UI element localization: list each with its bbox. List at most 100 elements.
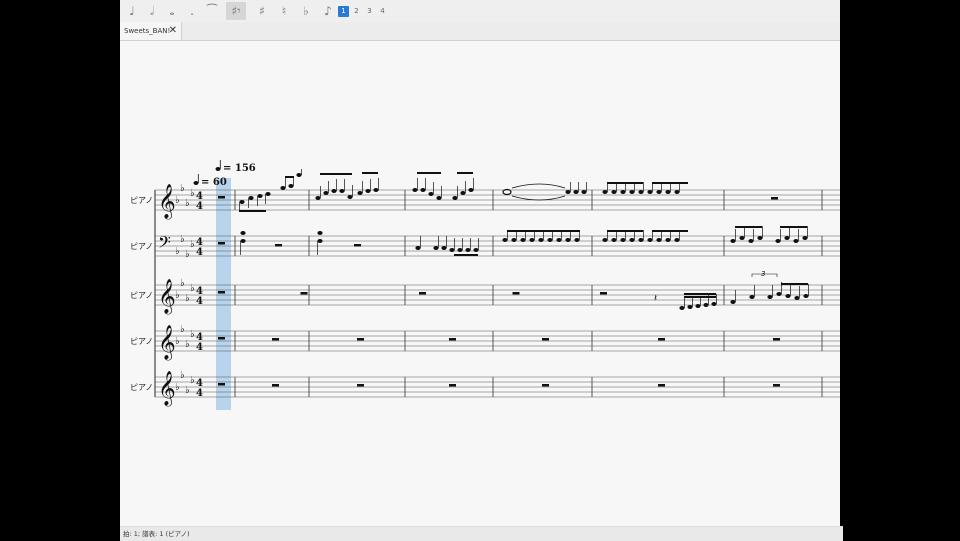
rest [357,384,364,387]
score-tab[interactable]: Sweets_BAN! ✕ [120,22,182,40]
note [776,292,782,296]
instrument-name: ピアノ [130,242,153,251]
beam [454,254,478,256]
rest [354,244,361,247]
note [565,190,571,194]
whole-rest [218,242,225,245]
note [556,238,562,242]
time-signature: 4 [196,342,203,353]
rest [272,338,279,341]
note [240,231,246,235]
flat-button[interactable]: ♭ [296,2,316,20]
note [547,238,553,242]
sharp-button[interactable]: ♯ [252,2,272,20]
beam [417,172,441,174]
note [679,306,685,310]
beam [780,226,807,228]
tie [511,195,566,201]
note [647,238,653,242]
note [257,194,263,198]
flat-icon: ♭ [185,198,190,209]
note [665,190,671,194]
note [441,246,447,250]
beam [781,283,808,285]
rest [600,292,607,295]
beam [607,182,643,184]
flip-button[interactable]: ♪ [318,2,338,20]
rest [449,384,456,387]
note [647,190,653,194]
note [412,188,418,192]
note [793,239,799,243]
flat-icon: ♭ [180,324,185,335]
augmentation-dot-button[interactable]: . [182,2,202,20]
page-4-button[interactable]: 4 [377,6,388,17]
rest [419,292,426,295]
natural-button[interactable]: ♮ [274,2,294,20]
flat-icon: ♭ [175,336,180,347]
note [265,192,271,196]
bass-clef-icon: 𝄢 [158,232,171,256]
note [703,303,709,307]
flat-icon: ♭ [175,382,180,393]
rest [773,338,780,341]
beam [362,172,378,174]
rest [773,384,780,387]
note [611,238,617,242]
whole-note-button[interactable]: 𝅝 [162,2,182,20]
note [687,305,693,309]
flat-icon: ♭ [190,283,195,294]
note [739,236,745,240]
time-signature: 4 [196,201,203,212]
note [420,188,426,192]
rest [449,338,456,341]
page-1-button[interactable]: 1 [338,6,349,17]
time-signature: 4 [196,388,203,399]
flat-icon: ♭ [190,188,195,199]
beam [320,173,352,175]
note [428,192,434,196]
whole-rest [218,337,225,340]
page-3-button[interactable]: 3 [364,6,375,17]
time-signature: 4 [196,296,203,307]
note [775,239,781,243]
note [433,246,439,250]
half-note-button[interactable]: 𝅗𝅥 [142,2,162,20]
treble-clef-icon: 𝄞 [158,279,176,315]
note [656,190,662,194]
score-tab-title: Sweets_BAN! [124,27,171,35]
selection-highlight [216,178,231,410]
note [449,248,455,252]
rest-button[interactable]: ♯𝄾 [226,2,246,20]
beam [735,226,762,228]
note [611,190,617,194]
status-bar: 拍: 1; 譜表: 1 (ピアノ) [120,526,843,541]
flat-icon: ♭ [185,293,190,304]
rest [542,384,549,387]
tie-button[interactable]: ⁀ [202,2,222,20]
whole-rest [218,196,225,199]
beam [607,230,643,232]
rest [272,384,279,387]
quarter-note-button[interactable]: ♩ [122,2,142,20]
flat-icon: ♭ [175,195,180,206]
note [339,189,345,193]
page-2-button[interactable]: 2 [351,6,362,17]
status-text: 拍: 1; 譜表: 1 (ピアノ) [123,530,190,538]
flat-icon: ♭ [175,290,180,301]
note [803,294,809,298]
note [240,239,246,243]
score-canvas[interactable]: ピアノ 𝄞 ♭♭♭♭ 44ピアノ 𝄢 ♭♭♭♭ 44ピアノ 𝄞 ♭♭♭♭ 44ピアノ 𝄞 ♭♭♭♭ 44… [120,41,840,526]
close-icon[interactable]: ✕ [169,22,177,40]
note [674,238,680,242]
treble-clef-icon: 𝄞 [158,371,176,407]
flat-icon: ♭ [190,329,195,340]
note [357,191,363,195]
note [748,239,754,243]
beam [507,230,580,232]
beam [652,182,688,184]
tab-bar: Sweets_BAN! ✕ [120,22,840,41]
rest [275,244,282,247]
flat-icon: ♭ [190,239,195,250]
note [638,238,644,242]
